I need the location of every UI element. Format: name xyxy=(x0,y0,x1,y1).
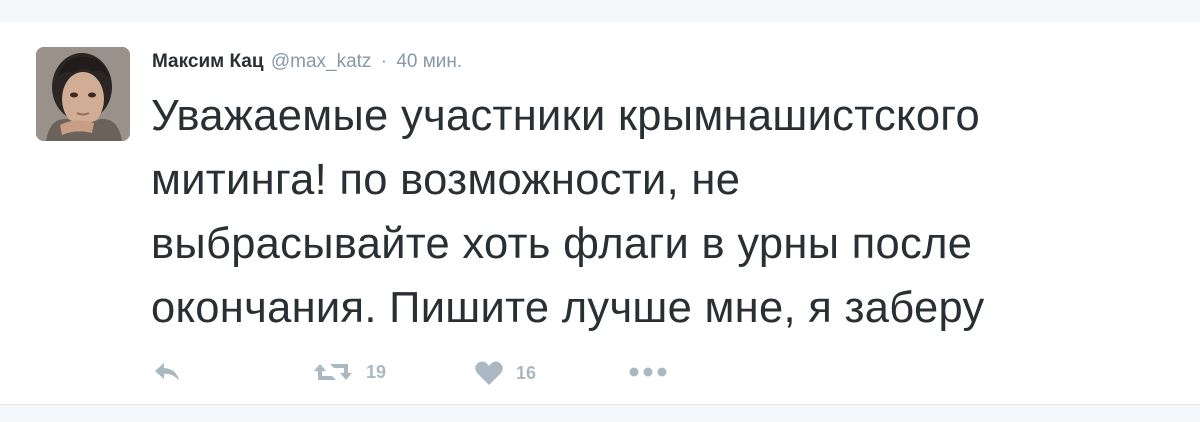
avatar[interactable] xyxy=(36,47,130,141)
like-count: 16 xyxy=(516,362,537,383)
retweet-count: 19 xyxy=(366,361,387,382)
tweet-text-line: окончания. Пишите лучше мне, я заберу xyxy=(151,284,985,332)
like-button[interactable]: 16 xyxy=(474,360,536,386)
author-username[interactable]: @max_katz xyxy=(271,51,372,72)
author-fullname[interactable]: Максим Кац xyxy=(152,51,264,72)
retweet-icon xyxy=(314,364,352,380)
tweet-text-line: Уважаемые участники крымнашистского xyxy=(151,92,981,140)
more-dots-icon xyxy=(629,367,667,377)
more-button[interactable] xyxy=(628,366,668,378)
timeline-bottom-strip xyxy=(0,405,1200,422)
header-separator: · xyxy=(380,51,388,72)
tweet-card[interactable]: Максим Кац @max_katz · 40 мин. Уважаемые… xyxy=(0,22,1200,405)
tweet-actions: 19 16 xyxy=(152,354,712,394)
tweet-text: Уважаемые участники крымнашистского мити… xyxy=(151,84,1161,340)
avatar-image xyxy=(36,47,130,141)
tweet-timestamp[interactable]: 40 мин. xyxy=(396,51,462,72)
reply-button[interactable] xyxy=(152,360,182,384)
tweet-header: Максим Кац @max_katz · 40 мин. xyxy=(152,49,462,75)
timeline-top-strip xyxy=(0,0,1200,23)
tweet-text-line: митинга! по возможности, не xyxy=(151,156,741,204)
tweet-text-line: выбрасывайте хоть флаги в урны после xyxy=(151,220,973,268)
reply-icon xyxy=(155,363,179,381)
retweet-button[interactable]: 19 xyxy=(312,360,386,384)
heart-icon xyxy=(475,361,503,385)
